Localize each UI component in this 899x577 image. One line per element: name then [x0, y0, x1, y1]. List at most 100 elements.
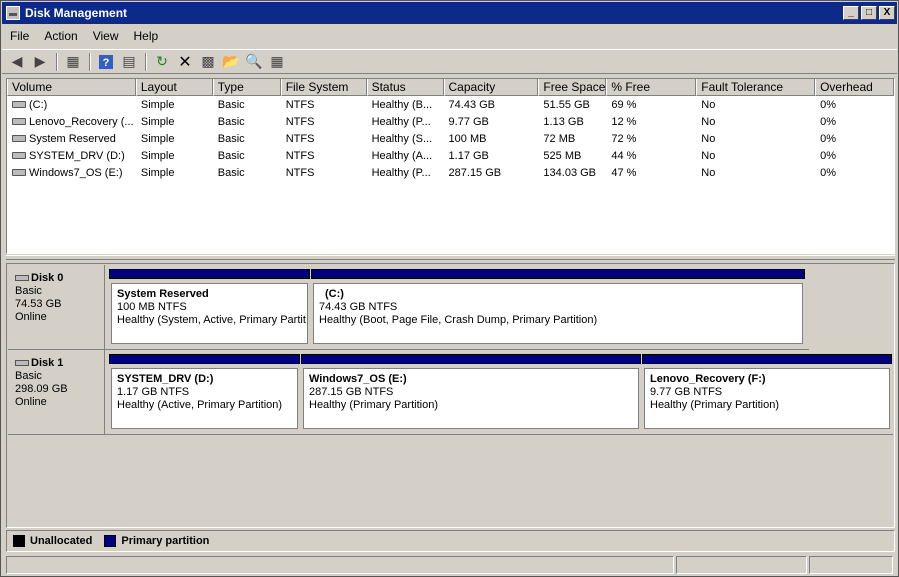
column-header-overhead[interactable]: Overhead [815, 79, 894, 96]
table-cell: Basic [217, 166, 245, 179]
table-row[interactable]: Windows7_OS (E:) Simple Basic NTFS Healthy (… [7, 164, 894, 181]
table-cell: 12 % [611, 115, 637, 128]
disk-type: Basic [15, 370, 42, 382]
table-cell: 287.15 GB [448, 166, 502, 179]
help-icon[interactable]: ? [95, 52, 117, 72]
table-row[interactable]: SYSTEM_DRV (D:) Simple Basic NTFS Healthy (A… [7, 147, 894, 164]
table-cell: No [701, 98, 716, 111]
column-header-file-system[interactable]: File System [280, 79, 367, 96]
table-cell: 1.17 GB [448, 149, 489, 162]
partition-size: 9.77 GB NTFS [650, 386, 723, 398]
table-row[interactable]: System Reserved Simple Basic NTFS Healthy (S… [7, 130, 894, 147]
column-header-type[interactable]: Type [212, 79, 281, 96]
menu-file[interactable]: File [3, 29, 36, 43]
volume-cell: SYSTEM_DRV (D:) [7, 150, 136, 162]
forward-icon[interactable]: ▶ [29, 52, 51, 72]
status-pane-3 [809, 556, 893, 574]
partition-details: System Reserved 100 MB NTFS Healthy (Sys… [111, 283, 308, 344]
rescan-icon[interactable]: ▦ [266, 52, 288, 72]
volume-cell: Lenovo_Recovery (... [7, 116, 136, 128]
drive-icon [12, 169, 26, 177]
table-cell: Simple [140, 166, 175, 179]
partition-block[interactable]: Windows7_OS (E:) 287.15 GB NTFS Healthy … [301, 354, 641, 431]
partition-block[interactable]: SYSTEM_DRV (D:) 1.17 GB NTFS Healthy (Ac… [109, 354, 300, 431]
disk-management-app-icon[interactable] [6, 6, 20, 20]
table-cell: 44 % [611, 149, 637, 162]
disk-size: 74.53 GB [15, 298, 62, 310]
unallocated-swatch [13, 535, 25, 547]
table-cell: NTFS [285, 132, 315, 145]
column-header-capacity[interactable]: Capacity [443, 79, 539, 96]
partition-block[interactable]: (C:) 74.43 GB NTFS Healthy (Boot, Page F… [311, 269, 805, 346]
table-cell: No [701, 132, 716, 145]
disk-name: Disk 0 [31, 272, 64, 284]
table-cell: NTFS [285, 166, 315, 179]
properties-pane-icon[interactable]: ▤ [118, 52, 140, 72]
table-row[interactable]: (C:) Simple Basic NTFS Healthy (B... 74.43 GB… [7, 96, 894, 113]
explore-icon[interactable]: 🔍 [243, 52, 265, 72]
properties-icon[interactable]: ▩ [197, 52, 219, 72]
volume-cell: (C:) [7, 99, 136, 111]
partition-name: Windows7_OS (E:) [309, 373, 407, 385]
minimize-button[interactable]: _ [843, 6, 859, 20]
table-cell: Healthy (S... [371, 132, 433, 145]
partition-block[interactable]: Lenovo_Recovery (F:) 9.77 GB NTFS Health… [642, 354, 892, 431]
partition-status: Healthy (Boot, Page File, Crash Dump, Pr… [319, 314, 598, 326]
volume-cell: Windows7_OS (E:) [7, 167, 136, 179]
volume-rows: (C:) Simple Basic NTFS Healthy (B... 74.43 GB… [7, 96, 894, 181]
partition-block[interactable]: System Reserved 100 MB NTFS Healthy (Sys… [109, 269, 310, 346]
table-cell: NTFS [285, 98, 315, 111]
table-cell: Basic [217, 149, 245, 162]
status-bar [6, 556, 895, 575]
partition-type-bar [109, 354, 300, 364]
table-cell: 0% [820, 166, 837, 179]
volume-name: SYSTEM_DRV (D:) [29, 149, 125, 162]
table-cell: 134.03 GB [543, 166, 597, 179]
legend-primary-partition: Primary partition [121, 535, 210, 547]
table-cell: Healthy (A... [371, 149, 433, 162]
maximize-button[interactable]: □ [861, 6, 877, 20]
partition-status: Healthy (Primary Partition) [309, 399, 438, 411]
disk-label[interactable]: Disk 1 Basic 298.09 GB Online [8, 350, 105, 434]
title-bar[interactable]: Disk Management _ □ X [2, 2, 897, 24]
column-header-volume[interactable]: Volume [7, 79, 136, 96]
back-icon[interactable]: ◀ [6, 52, 28, 72]
close-button[interactable]: X [879, 6, 895, 20]
column-header-layout[interactable]: Layout [135, 79, 213, 96]
partition-status: Healthy (Primary Partition) [650, 399, 779, 411]
status-pane-2 [676, 556, 807, 574]
menu-view[interactable]: View [86, 29, 126, 43]
primary-partition-swatch [104, 535, 117, 547]
disk-management-window: Disk Management _ □ X File Action View H… [0, 0, 899, 577]
column-header-status[interactable]: Status [366, 79, 444, 96]
column-header-percent-free[interactable]: % Free [606, 79, 697, 96]
refresh-icon[interactable]: ↻ [151, 52, 173, 72]
table-row[interactable]: Lenovo_Recovery (... Simple Basic NTFS Healt… [7, 113, 894, 130]
table-cell: NTFS [285, 115, 315, 128]
drive-icon [12, 152, 26, 160]
column-header-free-space[interactable]: Free Space [538, 79, 607, 96]
show-hide-tree-icon[interactable]: ▦ [62, 52, 84, 72]
volume-name: Windows7_OS (E:) [29, 166, 123, 179]
table-cell: Basic [217, 132, 245, 145]
column-header-fault-tolerance[interactable]: Fault Tolerance [696, 79, 816, 96]
menu-help[interactable]: Help [127, 29, 166, 43]
toolbar-separator [56, 52, 58, 71]
toolbar-separator [145, 52, 147, 71]
partition-details: SYSTEM_DRV (D:) 1.17 GB NTFS Healthy (Ac… [111, 368, 298, 429]
disk-label[interactable]: Disk 0 Basic 74.53 GB Online [8, 265, 105, 349]
disk-row-1: Disk 1 Basic 298.09 GB Online SYSTEM_DRV… [8, 350, 893, 435]
partition-name: Lenovo_Recovery (F:) [650, 373, 766, 385]
pane-splitter[interactable] [6, 255, 895, 260]
partition-size: 1.17 GB NTFS [117, 386, 190, 398]
table-cell: 0% [820, 132, 837, 145]
table-cell: 0% [820, 115, 837, 128]
partition-type-bar [301, 354, 641, 364]
table-cell: No [701, 166, 716, 179]
menu-action[interactable]: Action [37, 29, 84, 43]
open-icon[interactable]: 📂 [220, 52, 242, 72]
disk-row-0: Disk 0 Basic 74.53 GB Online System Rese… [8, 265, 809, 350]
disk-type: Basic [15, 285, 42, 297]
partition-status: Healthy (Active, Primary Partition) [117, 399, 283, 411]
delete-icon[interactable]: ✕ [174, 52, 196, 72]
